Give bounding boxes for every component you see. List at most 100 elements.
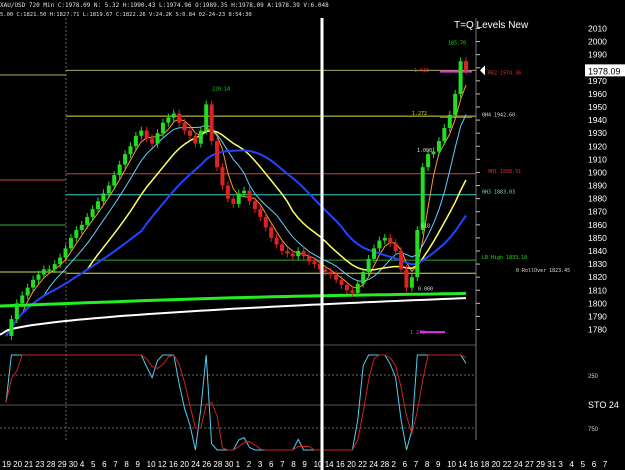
annotation-label: 0H3 1883.03 (482, 190, 515, 196)
candle-body (366, 258, 371, 272)
candle-body (112, 175, 117, 186)
candle-body (31, 279, 36, 288)
candle-body (209, 104, 214, 142)
date-tick-label: 10 (147, 460, 156, 469)
annotation-label: 220.14 (212, 86, 230, 92)
candle-body (144, 130, 149, 139)
date-tick-label: 9 (136, 460, 141, 469)
date-tick-label: 10 (447, 460, 456, 469)
annotation-label: 0H4 1942.60 (482, 112, 515, 118)
date-tick-label: 1 (236, 460, 241, 469)
candle-body (74, 230, 79, 238)
date-tick-label: 28 (380, 460, 389, 469)
price-tick-label: 1800 (588, 298, 607, 308)
candle-body (68, 237, 73, 249)
candle-body (442, 127, 447, 142)
price-tick-label: 1930 (588, 128, 607, 138)
date-tick-label: 22 (358, 460, 367, 469)
candle-body (188, 130, 192, 136)
candle-body (350, 290, 355, 293)
date-tick-label: 4 (80, 460, 85, 469)
candle-body (193, 135, 198, 144)
oscillator-tick-label: 250 (588, 374, 599, 380)
date-tick-label: 29 (536, 460, 545, 469)
candle-body (182, 122, 187, 131)
price-tick-label: 1780 (588, 325, 607, 335)
price-tick-label: 1820 (588, 272, 607, 282)
candle-body (160, 122, 165, 134)
date-tick-label: 7 (414, 460, 419, 469)
price-tick-label: 1810 (588, 285, 607, 295)
date-tick-label: 9 (436, 460, 441, 469)
date-tick-label: 24 (191, 460, 200, 469)
chart-title: T=Q Levels New (454, 20, 529, 31)
date-tick-label: 27 (525, 460, 534, 469)
price-tick-label: 2010 (588, 23, 607, 33)
date-tick-label: 16 (469, 460, 478, 469)
annotation-label: 1.000 (417, 148, 432, 154)
annotation-label: 1.272 (410, 330, 425, 336)
candle-body (269, 227, 274, 238)
date-tick-label: 20 (492, 460, 501, 469)
last-price-label: 1978.09 (588, 66, 621, 76)
date-tick-label: 3 (258, 460, 263, 469)
date-tick-label: 20 (13, 460, 22, 469)
candle-body (177, 113, 182, 123)
date-tick-label: 7 (280, 460, 285, 469)
candle-body (464, 61, 468, 71)
candle-body (236, 193, 241, 204)
price-tick-label: 1920 (588, 141, 607, 151)
candle-body (117, 164, 122, 176)
date-tick-label: 6 (403, 460, 408, 469)
candle-body (41, 269, 46, 275)
candle-body (220, 167, 225, 186)
candle-body (225, 185, 230, 199)
date-tick-label: 23 (35, 460, 44, 469)
candle-body (258, 209, 263, 217)
candle-body (25, 287, 30, 296)
price-tick-label: 2000 (588, 37, 607, 47)
date-tick-label: 8 (124, 460, 129, 469)
candle-body (215, 141, 220, 168)
candle-body (280, 244, 284, 251)
price-tick-label: 1910 (588, 154, 607, 164)
candle-body (334, 274, 339, 280)
candle-body (155, 133, 160, 144)
price-tick-label: 1900 (588, 167, 607, 177)
candle-body (290, 253, 295, 257)
candle-body (274, 237, 279, 245)
candle-body (247, 190, 252, 202)
date-tick-label: 3 (558, 460, 563, 469)
date-tick-label: 24 (369, 460, 378, 469)
price-tick-label: 1870 (588, 207, 607, 217)
price-tick-label: 1850 (588, 233, 607, 243)
candle-body (52, 264, 57, 270)
candle-body (285, 250, 290, 254)
candle-body (198, 130, 203, 144)
candle-body (458, 61, 463, 94)
candle-body (328, 271, 333, 275)
candle-body (344, 285, 349, 291)
candle-body (361, 271, 366, 284)
price-tick-label: 1950 (588, 102, 607, 112)
date-tick-label: 7 (113, 460, 118, 469)
date-tick-label: 2 (247, 460, 252, 469)
date-tick-label: 20 (180, 460, 189, 469)
candle-body (372, 248, 376, 259)
annotation-label: 185.70 (448, 40, 466, 46)
date-tick-label: 6 (592, 460, 597, 469)
candle-body (85, 216, 90, 225)
annotation-label: LB High 1833.18 (482, 255, 527, 261)
candle-body (263, 216, 268, 228)
date-tick-label: 28 (213, 460, 222, 469)
price-tick-label: 1790 (588, 311, 607, 321)
candle-body (231, 198, 236, 204)
date-tick-label: 12 (158, 460, 167, 469)
annotation-label: 1.272 (412, 111, 427, 117)
annotation-label: 0H1 1898.91 (488, 169, 521, 175)
date-tick-label: 9 (302, 460, 307, 469)
candle-body (453, 93, 458, 115)
candle-body (58, 257, 63, 265)
date-tick-label: 30 (225, 460, 234, 469)
oscillator-tick-label: 750 (588, 427, 599, 433)
